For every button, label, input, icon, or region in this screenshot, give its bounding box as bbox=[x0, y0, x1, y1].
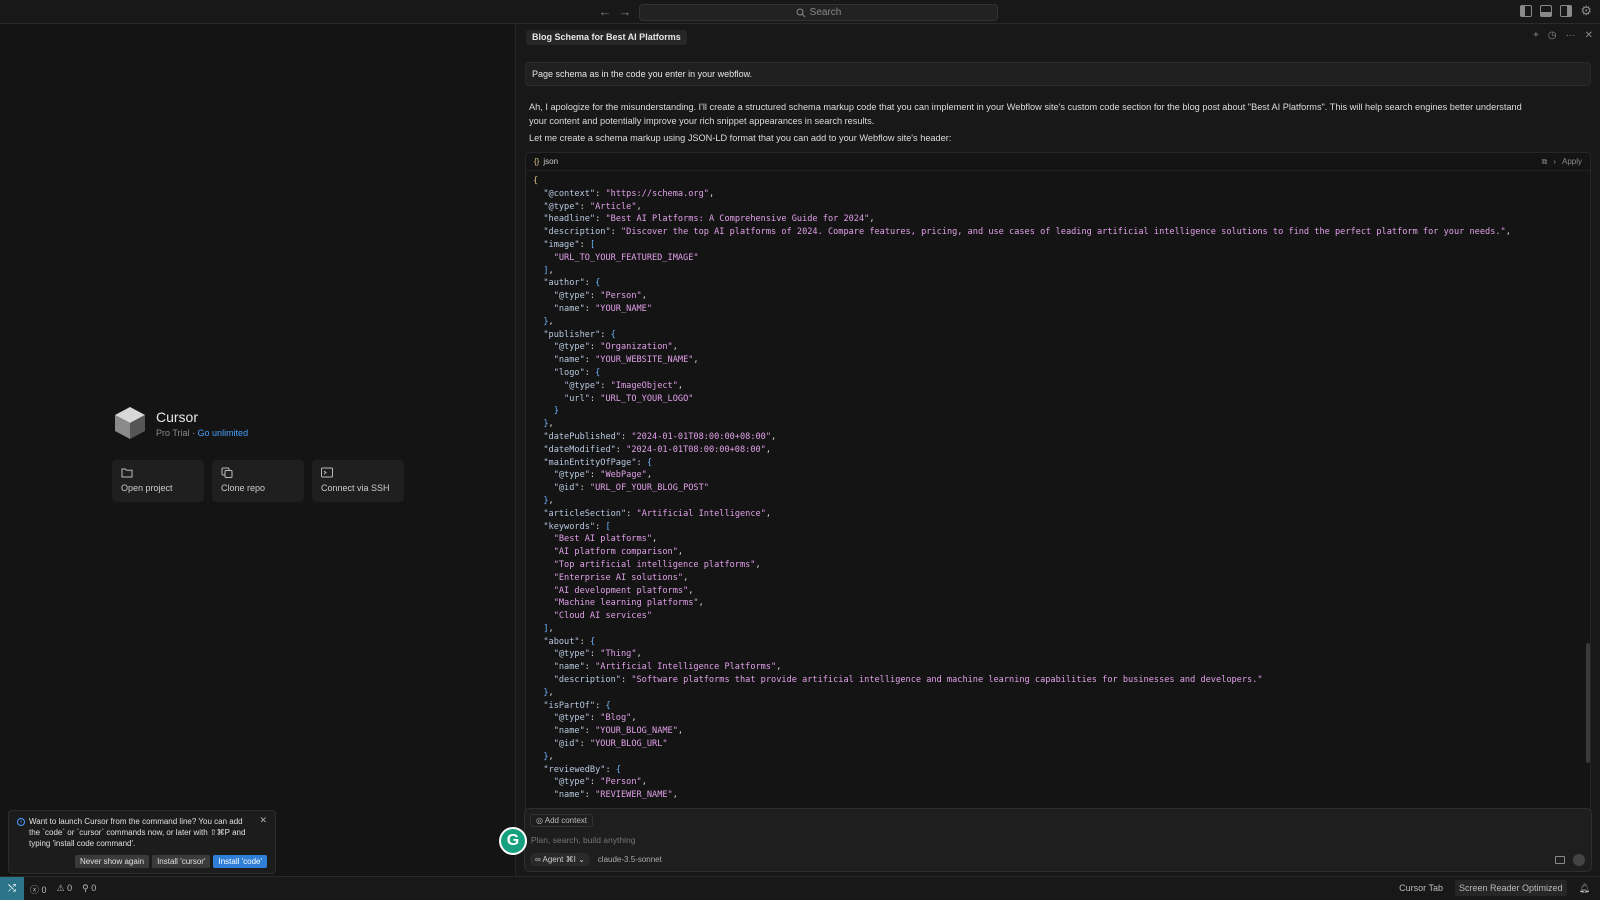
brand: Cursor Pro Trial · Go unlimited bbox=[114, 406, 248, 440]
errors-value: 0 bbox=[41, 885, 47, 895]
install-code-button[interactable]: Install 'code' bbox=[213, 855, 267, 868]
never-show-again-button[interactable]: Never show again bbox=[75, 855, 150, 868]
agent-shortcut: ⌘I bbox=[565, 855, 576, 864]
toggle-bottom-panel-icon[interactable] bbox=[1540, 5, 1553, 17]
title-bar: ← → Search ⚙ bbox=[0, 0, 1600, 24]
app-name: Cursor bbox=[156, 408, 199, 425]
terminal-icon bbox=[321, 467, 333, 478]
gear-icon[interactable]: ⚙ bbox=[1580, 4, 1592, 17]
ports-count: ⚲ 0 bbox=[82, 883, 96, 896]
status-right: Cursor Tab Screen Reader Optimized 🔔︎ bbox=[1395, 880, 1594, 896]
warnings-value: 0 bbox=[67, 883, 73, 893]
screen-reader-status[interactable]: Screen Reader Optimized bbox=[1455, 880, 1567, 896]
braces-icon: {} bbox=[534, 157, 540, 166]
install-cursor-button[interactable]: Install 'cursor' bbox=[152, 855, 211, 868]
agent-mode-label: Agent bbox=[542, 855, 564, 864]
notification-message: Want to launch Cursor from the command l… bbox=[29, 817, 246, 848]
composer-right-actions bbox=[1555, 854, 1585, 866]
plus-icon[interactable]: + bbox=[1533, 30, 1539, 42]
at-icon: ◎ bbox=[536, 816, 545, 825]
assistant-message: Ah, I apologize for the misunderstanding… bbox=[529, 100, 1539, 148]
nav-arrows: ← → bbox=[598, 4, 632, 20]
code-content[interactable]: { "@context": "https://schema.org", "@ty… bbox=[526, 171, 1590, 802]
send-button[interactable] bbox=[1573, 854, 1585, 866]
errors-count: ⓧ 0 bbox=[30, 883, 47, 896]
clone-repo-label: Clone repo bbox=[221, 483, 266, 493]
apply-button[interactable]: Apply bbox=[1562, 157, 1582, 167]
chat-header: Blog Schema for Best AI Platforms + ◷ ··… bbox=[516, 24, 1600, 50]
code-language-label: json bbox=[543, 157, 559, 166]
welcome-pane: Cursor Pro Trial · Go unlimited Open pro… bbox=[0, 24, 515, 876]
image-icon[interactable] bbox=[1555, 856, 1565, 864]
error-icon: ⓧ bbox=[30, 885, 42, 895]
warning-icon: ⚠ bbox=[56, 883, 68, 893]
cursor-tab-status[interactable]: Cursor Tab bbox=[1395, 880, 1447, 896]
info-icon: i bbox=[17, 818, 25, 826]
chat-composer: ◎ Add context ∞ Agent ⌘I ⌄ claude-3.5-so… bbox=[524, 808, 1592, 872]
open-project-label: Open project bbox=[121, 483, 173, 493]
close-icon[interactable]: ✕ bbox=[259, 815, 267, 826]
scrollbar[interactable] bbox=[1586, 643, 1590, 763]
cli-install-notification: i Want to launch Cursor from the command… bbox=[8, 810, 276, 874]
play-icon[interactable]: › bbox=[1553, 157, 1556, 167]
code-block: {} json ⧉ › Apply { "@context": "https://… bbox=[525, 152, 1591, 832]
remote-icon[interactable]: ⤭ bbox=[0, 877, 24, 900]
cursor-logo-icon bbox=[115, 407, 145, 439]
layout-controls: ⚙ bbox=[1520, 4, 1592, 17]
add-context-button[interactable]: ◎ Add context bbox=[530, 814, 594, 827]
chat-pane: Blog Schema for Best AI Platforms + ◷ ··… bbox=[515, 24, 1600, 876]
status-bar: ⤭ ⓧ 0 ⚠ 0 ⚲ 0 Cursor Tab Screen Reader O… bbox=[0, 876, 1600, 900]
add-context-label: Add context bbox=[544, 816, 588, 825]
bell-icon[interactable]: 🔔︎ bbox=[1575, 880, 1594, 896]
arrow-right-icon[interactable]: → bbox=[618, 4, 632, 20]
plan-info: Pro Trial · Go unlimited bbox=[156, 428, 248, 438]
user-message[interactable]: Page schema as in the code you enter in … bbox=[525, 62, 1591, 86]
code-language: {} json bbox=[534, 157, 558, 166]
close-icon[interactable]: ✕ bbox=[1585, 30, 1593, 42]
copy-icon[interactable]: ⧉ bbox=[1542, 157, 1548, 167]
model-select[interactable]: claude-3.5-sonnet bbox=[598, 855, 662, 864]
code-block-header: {} json ⧉ › Apply bbox=[526, 153, 1590, 171]
toggle-left-panel-icon[interactable] bbox=[1520, 5, 1533, 17]
open-project-button[interactable]: Open project bbox=[112, 460, 204, 502]
history-icon[interactable]: ◷ bbox=[1548, 30, 1557, 42]
chat-input[interactable] bbox=[531, 835, 931, 845]
chat-title-tab[interactable]: Blog Schema for Best AI Platforms bbox=[526, 30, 687, 45]
clone-repo-button[interactable]: Clone repo bbox=[212, 460, 304, 502]
notification-buttons: Never show again Install 'cursor' Instal… bbox=[75, 855, 267, 868]
code-actions: ⧉ › Apply bbox=[1542, 157, 1582, 167]
assistant-paragraph: Let me create a schema markup using JSON… bbox=[529, 133, 952, 143]
plan-separator: · bbox=[192, 427, 196, 438]
plan-label: Pro Trial bbox=[156, 427, 190, 438]
assistant-paragraph: Ah, I apologize for the misunderstanding… bbox=[529, 102, 1522, 126]
git-clone-icon bbox=[221, 467, 233, 478]
arrow-left-icon[interactable]: ← bbox=[598, 4, 612, 20]
connect-ssh-button[interactable]: Connect via SSH bbox=[312, 460, 404, 502]
problems-indicator[interactable]: ⓧ 0 ⚠ 0 ⚲ 0 bbox=[30, 883, 96, 896]
search-icon bbox=[796, 8, 806, 17]
search-placeholder: Search bbox=[809, 7, 842, 18]
agent-mode-select[interactable]: ∞ Agent ⌘I ⌄ bbox=[530, 853, 590, 866]
more-icon[interactable]: ··· bbox=[1566, 30, 1576, 42]
warnings-count: ⚠ 0 bbox=[57, 883, 73, 896]
go-unlimited-link[interactable]: Go unlimited bbox=[198, 428, 249, 438]
connect-ssh-label: Connect via SSH bbox=[321, 483, 390, 493]
grammarly-icon[interactable]: G bbox=[499, 827, 527, 855]
chat-header-actions: + ◷ ··· ✕ bbox=[1533, 30, 1593, 42]
composer-footer: ∞ Agent ⌘I ⌄ claude-3.5-sonnet bbox=[530, 853, 662, 866]
broadcast-icon: ⚲ bbox=[82, 883, 92, 893]
toggle-right-panel-icon[interactable] bbox=[1560, 5, 1573, 17]
ports-value: 0 bbox=[91, 883, 97, 893]
command-search[interactable]: Search bbox=[639, 4, 998, 21]
folder-icon bbox=[121, 468, 133, 478]
chevron-down-icon: ⌄ bbox=[578, 855, 585, 864]
welcome-actions: Open project Clone repo Connect via SSH bbox=[112, 460, 404, 502]
